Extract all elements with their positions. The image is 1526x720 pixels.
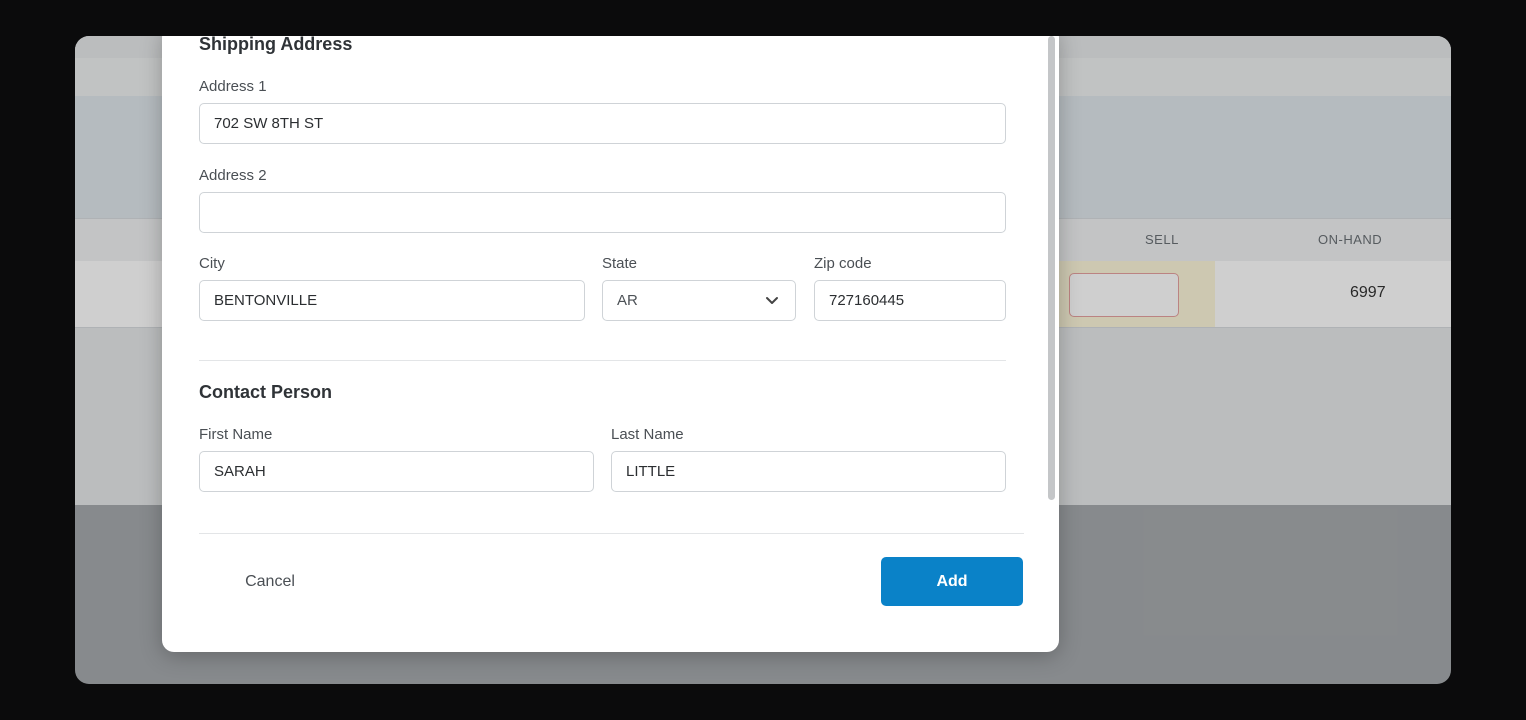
cancel-button[interactable]: Cancel [222, 564, 318, 600]
add-address-modal: Shipping Address Address 1 702 SW 8TH ST… [162, 36, 1059, 652]
address2-label: Address 2 [199, 167, 267, 184]
zip-input[interactable]: 727160445 [814, 280, 1006, 321]
zip-label: Zip code [814, 255, 872, 272]
footer-divider [199, 533, 1024, 534]
address1-input[interactable]: 702 SW 8TH ST [199, 103, 1006, 144]
add-button[interactable]: Add [881, 557, 1023, 606]
contact-person-title: Contact Person [199, 382, 333, 402]
chevron-down-icon [766, 297, 778, 304]
first-name-label: First Name [199, 426, 273, 443]
state-selected-value: AR [617, 292, 638, 309]
city-label: City [199, 255, 225, 272]
state-select[interactable]: AR [602, 280, 796, 321]
address2-input[interactable] [199, 192, 1006, 233]
section-divider [199, 360, 1006, 361]
address1-label: Address 1 [199, 78, 267, 95]
last-name-input[interactable]: LITTLE [611, 451, 1006, 492]
city-input[interactable]: BENTONVILLE [199, 280, 585, 321]
last-name-label: Last Name [611, 426, 684, 443]
first-name-input[interactable]: SARAH [199, 451, 594, 492]
modal-scrollbar[interactable] [1048, 36, 1055, 500]
state-label: State [602, 255, 638, 272]
shipping-address-title: Shipping Address [199, 36, 353, 54]
app-window: SELL ON-HAND 6997 Shipping Address Addre… [75, 36, 1451, 684]
